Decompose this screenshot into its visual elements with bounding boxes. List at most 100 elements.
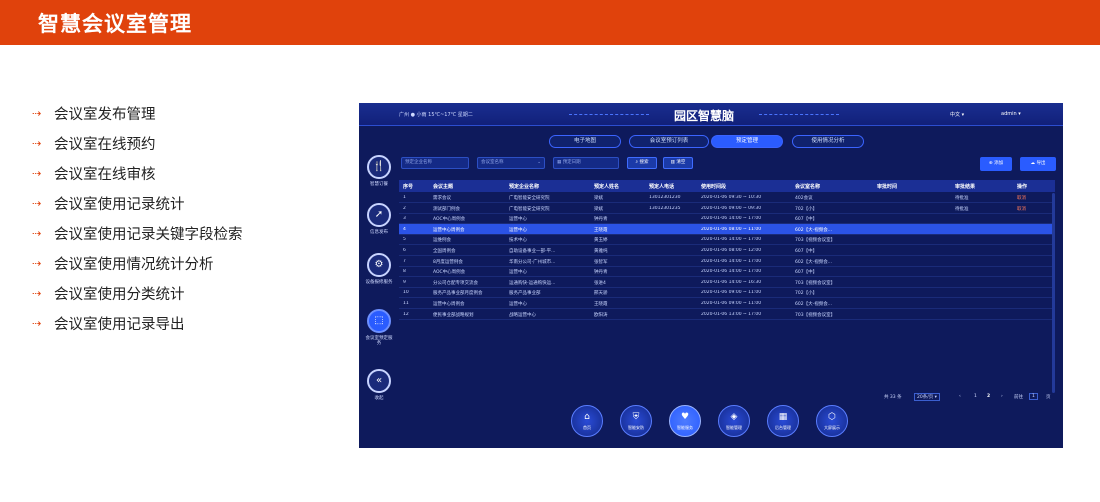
add-button[interactable]: ⊕ 添加: [980, 157, 1012, 171]
table-cell: 广电智能安全研究院: [509, 206, 550, 212]
compass-icon: ➚: [367, 203, 391, 227]
sidebar-item-2[interactable]: ➚ 信息发布: [364, 203, 394, 235]
table-row[interactable]: 6 全国周例会 自助设备事业一部-平... 黄雅纯 2020-01-06 08:00 ~…: [399, 245, 1055, 256]
table-row[interactable]: 3 AOC中心周例会 运营中心 钟丹青 2020-01-06 14:00 ~ 17:00…: [399, 213, 1055, 225]
table-cell: 待批准: [955, 196, 969, 201]
sidebar-item-5[interactable]: « 收起: [364, 369, 394, 401]
feature-label: 会议室使用分类统计: [54, 286, 185, 303]
date-input[interactable]: ▦ 预定日期: [553, 157, 619, 169]
dock-item-label: 大屏展示: [824, 425, 840, 430]
table-row[interactable]: 8 AOC中心周例会 运营中心 钟丹青 2020-01-06 14:00 ~ 17:00…: [399, 266, 1055, 278]
arrow-right-icon: ⇢: [32, 106, 42, 120]
table-cell: 702【小】: [795, 206, 818, 212]
next-page-button[interactable]: ›: [1001, 394, 1003, 399]
feature-list: ⇢ 会议室发布管理 ⇢ 会议室在线预约 ⇢ 会议室在线审核 ⇢ 会议室使用记录统计 ⇢ 会议室使用…: [32, 98, 243, 338]
table-cell: 2020-01-06 09:30 ~ 10:30: [701, 195, 762, 200]
collapse-icon: «: [367, 369, 391, 393]
dock-item-3[interactable]: ♥ 智能服务: [668, 405, 702, 437]
table-cell: 10: [403, 290, 409, 296]
page-2-button[interactable]: 2: [987, 394, 990, 399]
tab-4[interactable]: 使用情况分析: [792, 135, 864, 148]
table-cell: 运维例会: [433, 238, 451, 244]
table-row[interactable]: 9 分公司仓配专项交流会 运通购快-运通购快运... 张进4 2020-01-06 14…: [399, 277, 1055, 288]
table-row[interactable]: 5 运维例会 技术中心 黄玉婷 2020-01-06 14:00 ~ 17:00 703【…: [399, 234, 1055, 246]
table-row[interactable]: 1 需求会议 广电智能安全研究院 梁斌 13012301230 2020-01-06 09…: [399, 192, 1055, 203]
prev-page-button[interactable]: ‹: [959, 394, 961, 399]
table-cell: 运营中心: [509, 270, 527, 276]
date-input-label: 预定日期: [562, 160, 581, 165]
table-cell: 自助设备事业一部-平...: [509, 249, 556, 254]
search-button[interactable]: ⌕ 搜索: [627, 157, 657, 169]
dock-item-1[interactable]: ⌂ 首页: [570, 405, 604, 437]
dock-item-label: 首页: [583, 425, 591, 430]
dock-item-4[interactable]: ◈ 智能管理: [717, 405, 751, 437]
clear-button-label: 清空: [676, 160, 686, 165]
table-row[interactable]: 4 运营中心周例会 运营中心 王晓霞 2020-01-06 08:00 ~ 11:00 6…: [399, 223, 1055, 235]
table-scrollbar[interactable]: [1052, 193, 1055, 393]
table-cell: 王晓霞: [594, 227, 608, 233]
page-size-select[interactable]: 20条/页 ▾: [914, 393, 940, 401]
feature-label: 会议室在线预约: [54, 136, 156, 153]
table-row[interactable]: 10 服务产品事业部月度例会 服务产品事业部 邢天骄 2020-01-06 09:00 …: [399, 287, 1055, 299]
grid-icon: ▦: [767, 405, 799, 437]
table-cell: 待批准: [955, 206, 969, 212]
meal-icon: 🍴: [367, 155, 391, 179]
table-cell: 607【中】: [795, 249, 818, 254]
table-row[interactable]: 7 8月度运营例会 华南分公司-广州城市... 张智军 2020-01-06 14:00…: [399, 256, 1055, 267]
clear-button[interactable]: ▥ 清空: [663, 157, 693, 169]
feature-label: 会议室使用记录关键字段检索: [54, 226, 243, 243]
company-input[interactable]: 预定企业名称: [401, 157, 469, 169]
sidebar-item-4[interactable]: ⬚ 会议室预定服务: [364, 309, 394, 346]
page-unit-label: 页: [1046, 395, 1051, 400]
dock-item-2[interactable]: ⛨ 智能安防: [619, 405, 653, 437]
language-select[interactable]: 中文 ▾: [950, 111, 964, 118]
export-button[interactable]: ☁ 导出: [1020, 157, 1056, 171]
feature-label: 会议室使用记录导出: [54, 316, 185, 333]
sidebar-item-label: 会议室预定服务: [365, 336, 393, 346]
bottom-dock: ⌂ 首页 ⛨ 智能安防 ♥ 智能服务 ◈ 智能管理 ▦ 后台管理 ⬡ 大屏展示: [359, 405, 1063, 448]
page-1-button[interactable]: 1: [974, 394, 977, 399]
table-cell: 6: [403, 248, 406, 253]
table-cell: 9: [403, 279, 406, 285]
dock-item-label: 后台管理: [775, 425, 791, 430]
table-cell: 运营中心: [509, 302, 527, 307]
table-cell: 11: [403, 301, 409, 306]
table-cell: 703【视频会议室】: [795, 312, 836, 318]
cancel-link[interactable]: 取消: [1017, 206, 1026, 212]
table-cell: 402会议: [795, 196, 813, 201]
user-menu[interactable]: admin ▾: [1001, 111, 1021, 117]
table-cell: 广电智能安全研究院: [509, 196, 550, 201]
table-cell: 2020-01-06 14:00 ~ 17:00: [701, 237, 762, 243]
goto-input[interactable]: 1: [1029, 393, 1038, 400]
dock-item-6[interactable]: ⬡ 大屏展示: [815, 405, 849, 437]
table-cell: 2020-01-06 08:00 ~ 11:00: [701, 226, 762, 232]
table-cell: 607【中】: [795, 217, 818, 223]
cancel-link[interactable]: 取消: [1017, 195, 1026, 201]
column-header: 会议室名称: [795, 184, 821, 190]
table-row[interactable]: 2 测试部门例会 广电智能安全研究院 梁斌 13012301235 2020-01-06 …: [399, 203, 1055, 214]
table-row[interactable]: 12 便民事业部战略规划 战略运营中心 欧阳涛 2020-01-06 13:00 ~ 1…: [399, 309, 1055, 320]
sidebar-item-1[interactable]: 🍴 智慧订餐: [364, 155, 394, 187]
table-cell: 欧阳涛: [594, 312, 608, 318]
table-cell: 703【视频会议室】: [795, 238, 836, 244]
table-row[interactable]: 11 运营中心周例会 运营中心 王晓霞 2020-01-06 09:00 ~ 11:00…: [399, 298, 1055, 309]
arrow-right-icon: ⇢: [32, 136, 42, 150]
table-cell: 2020-01-06 09:00 ~ 11:00: [701, 301, 762, 306]
table-cell: 运通购快-运通购快运...: [509, 280, 556, 286]
tab-3[interactable]: 预定管理: [711, 135, 783, 148]
table-cell: 5: [403, 237, 406, 243]
sidebar-item-3[interactable]: ⚙ 设备报修服务: [364, 253, 394, 285]
table-cell: 运营中心周例会: [433, 302, 465, 307]
feature-item: ⇢ 会议室在线审核: [32, 158, 243, 188]
feature-item: ⇢ 会议室使用记录导出: [32, 308, 243, 338]
tab-2[interactable]: 会议室预订列表: [629, 135, 709, 148]
room-select[interactable]: 会议室名称 ⌄: [477, 157, 545, 169]
table-cell: 8: [403, 269, 406, 275]
layers-icon: ◈: [718, 405, 750, 437]
arrow-right-icon: ⇢: [32, 226, 42, 240]
table-cell: 运营中心周例会: [433, 227, 465, 233]
search-button-label: 搜索: [639, 160, 649, 165]
tab-1[interactable]: 电子地图: [549, 135, 621, 148]
feature-label: 会议室在线审核: [54, 166, 156, 183]
dock-item-5[interactable]: ▦ 后台管理: [766, 405, 800, 437]
